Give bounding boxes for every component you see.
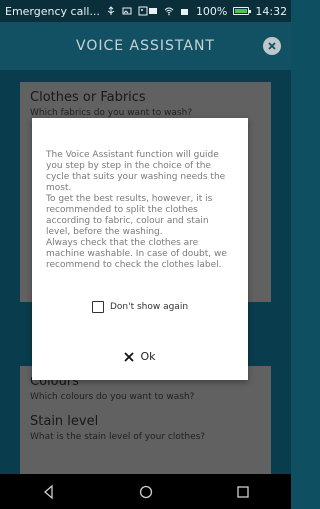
dont-show-again-checkbox[interactable] [91, 301, 104, 313]
usb-icon [106, 6, 116, 16]
status-bar: Emergency call... 100% 14:32 [0, 0, 291, 22]
clock: 14:32 [255, 4, 288, 18]
back-icon[interactable] [41, 484, 57, 500]
notification-text: Emergency call... [5, 4, 100, 18]
nfc-icon [148, 6, 158, 16]
wifi-icon [164, 6, 174, 16]
home-icon[interactable] [138, 484, 154, 500]
recents-icon[interactable] [235, 484, 251, 500]
ok-label: Ok [140, 350, 156, 363]
battery-icon [233, 7, 252, 15]
dont-show-again-row[interactable]: Don't show again [32, 301, 248, 313]
screen: Emergency call... 100% 14:32 VOICE ASSIS… [0, 0, 291, 509]
ok-button[interactable]: Ok [32, 350, 248, 363]
photo-icon [122, 6, 132, 16]
dont-show-again-label: Don't show again [109, 302, 189, 312]
dialog-message: The Voice Assistant function will guide … [46, 150, 227, 270]
system-nav-bar [0, 474, 291, 509]
battery-percent: 100% [195, 4, 228, 18]
info-dialog: The Voice Assistant function will guide … [32, 118, 248, 380]
close-x-icon [124, 351, 135, 362]
signal-icon [180, 6, 190, 16]
image-icon [138, 6, 148, 16]
